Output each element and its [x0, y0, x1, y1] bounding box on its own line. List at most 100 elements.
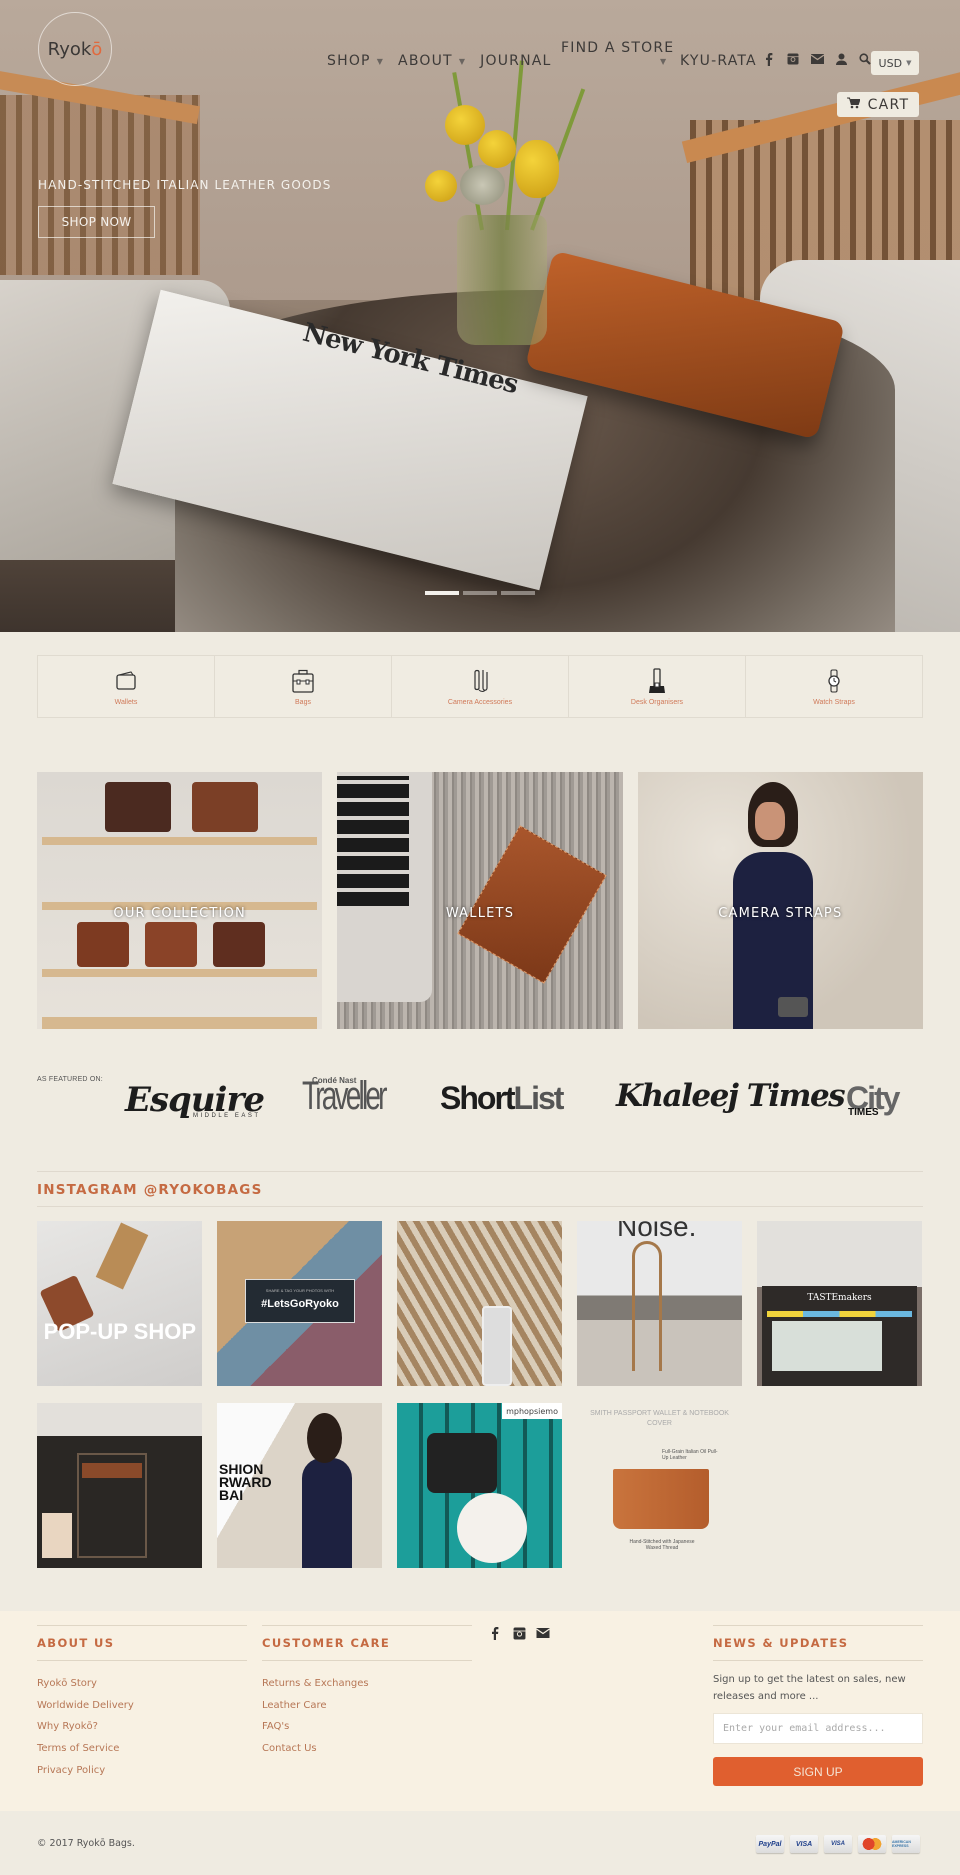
chevron-down-icon: ▼	[376, 56, 385, 66]
shortlist-part-a: Short	[440, 1080, 516, 1116]
product-bag	[145, 922, 197, 967]
footer-link[interactable]: Privacy Policy	[37, 1760, 247, 1782]
hero-flower	[478, 130, 516, 168]
post-model-dress	[302, 1458, 352, 1568]
slider-dot[interactable]	[425, 591, 459, 595]
footer-customer-care: CUSTOMER CARE Returns & Exchanges Leathe…	[262, 1625, 472, 1760]
post-caption-small: SHARE & TAG YOUR PHOTOS WITH	[265, 1288, 335, 1293]
divider	[37, 1171, 923, 1172]
instagram-post[interactable]	[37, 1403, 202, 1568]
post-note: Hand-Stitched with Japanese Waxed Thread	[629, 1539, 695, 1551]
search-icon[interactable]	[858, 52, 872, 66]
footer-link[interactable]: Worldwide Delivery	[37, 1695, 247, 1717]
post-phone	[482, 1306, 512, 1386]
category-camera-accessories[interactable]: Camera Accessories	[392, 656, 569, 717]
account-icon[interactable]	[834, 52, 848, 66]
instagram-post[interactable]: SMITH PASSPORT WALLET & NOTEBOOK COVER F…	[577, 1403, 742, 1568]
press-logo-city-times: TIMES	[848, 1107, 879, 1118]
sign-up-button[interactable]: SIGN UP	[713, 1757, 923, 1786]
category-label: Wallets	[114, 698, 138, 706]
instagram-post[interactable]: mphopsiemo	[397, 1403, 562, 1568]
facebook-icon[interactable]	[488, 1626, 502, 1640]
category-desk-organisers[interactable]: Desk Organisers	[569, 656, 746, 717]
footer-link[interactable]: Terms of Service	[37, 1738, 247, 1760]
category-label: Camera Accessories	[447, 698, 513, 706]
footer-link[interactable]: Returns & Exchanges	[262, 1673, 472, 1695]
featured-label: AS FEATURED ON:	[37, 1076, 103, 1083]
instagram-icon[interactable]	[786, 52, 800, 66]
hero-flower	[460, 165, 505, 205]
model-face	[754, 802, 785, 840]
footer-link[interactable]: Leather Care	[262, 1695, 472, 1717]
collection-tile-camera-straps[interactable]: CAMERA STRAPS	[637, 772, 923, 1029]
post-caption: SHION RWARD BAI	[219, 1461, 272, 1503]
briefcase-icon	[292, 669, 314, 693]
collection-tile-our-collection[interactable]: OUR COLLECTION	[37, 772, 323, 1029]
category-label: Bags	[295, 698, 311, 706]
facebook-icon[interactable]	[762, 52, 776, 66]
nav-about[interactable]: ABOUT ▼	[398, 53, 466, 69]
mail-icon[interactable]	[810, 52, 824, 66]
instagram-post[interactable]: SHION RWARD BAI	[217, 1403, 382, 1568]
category-bags[interactable]: Bags	[215, 656, 392, 717]
category-wallets[interactable]: Wallets	[38, 656, 215, 717]
post-caption: POP-UP SHOP	[43, 1319, 196, 1344]
wallet-icon	[116, 670, 136, 690]
nav-find-a-store[interactable]: FIND A STORE	[561, 40, 674, 56]
amex-icon: AMERICAN EXPRESS	[892, 1835, 920, 1853]
collection-label: WALLETS	[445, 906, 515, 921]
press-logo-khaleej-times: Khaleej Times	[616, 1078, 846, 1114]
press-logo-conde-nast: Condé Nast	[312, 1076, 357, 1085]
slider-dot[interactable]	[501, 591, 535, 595]
visa-icon: VISA	[790, 1835, 818, 1853]
main-nav: SHOP ▼ ABOUT ▼ JOURNAL	[327, 53, 566, 69]
hero-banner: New York Times Ryok ō SHOP ▼ ABOUT ▼ JOURNA…	[0, 0, 960, 632]
category-watch-straps[interactable]: Watch Straps	[746, 656, 922, 717]
slider-dot[interactable]	[463, 591, 497, 595]
post-caption: Noise.	[617, 1221, 697, 1242]
cart-label: CART	[867, 96, 910, 113]
instagram-post[interactable]	[397, 1221, 562, 1386]
footer-about: ABOUT US Ryokō Story Worldwide Delivery …	[37, 1625, 247, 1782]
currency-select[interactable]: USD ▼	[871, 51, 919, 75]
footer-link[interactable]: Contact Us	[262, 1738, 472, 1760]
post-bags	[82, 1463, 142, 1478]
category-label: Watch Straps	[813, 698, 855, 706]
post-caption: #LetsGoRyoko	[261, 1298, 339, 1310]
divider	[262, 1660, 472, 1661]
product-bag	[192, 782, 258, 832]
footer-news-title: NEWS & UPDATES	[713, 1636, 849, 1650]
footer-bottom-bar: © 2017 Ryokō Bags. PayPal VISA VISA AMER…	[0, 1811, 960, 1875]
cart-button[interactable]: CART	[837, 92, 919, 117]
instagram-icon[interactable]	[512, 1626, 526, 1640]
press-logo-shortlist: ShortList	[440, 1080, 565, 1117]
footer-link[interactable]: Why Ryokō?	[37, 1716, 247, 1738]
chevron-down-icon[interactable]: ▼	[660, 57, 666, 66]
post-easel	[42, 1513, 72, 1558]
nav-kyu-rata[interactable]: KYU-RATA	[680, 53, 757, 69]
shop-now-button[interactable]: SHOP NOW	[38, 206, 155, 238]
post-model-hair	[307, 1413, 342, 1463]
footer-link[interactable]: Ryokō Story	[37, 1673, 247, 1695]
instagram-title[interactable]: INSTAGRAM @RYOKOBAGS	[37, 1182, 263, 1198]
instagram-post[interactable]: POP-UP SHOP	[37, 1221, 202, 1386]
collection-tile-wallets[interactable]: WALLETS	[337, 772, 623, 1029]
nav-shop[interactable]: SHOP ▼	[327, 53, 384, 69]
instagram-post[interactable]: TASTEmakers	[757, 1221, 922, 1386]
laptop-keyboard	[337, 776, 410, 906]
instagram-post[interactable]: SHARE & TAG YOUR PHOTOS WITH #LetsGoRyok…	[217, 1221, 382, 1386]
post-strap	[632, 1241, 662, 1371]
wallet-product	[457, 825, 607, 984]
footer-link[interactable]: FAQ's	[262, 1716, 472, 1738]
shortlist-part-b: List	[513, 1080, 565, 1116]
nav-journal[interactable]: JOURNAL	[480, 53, 551, 69]
brand-name-accent: ō	[91, 38, 103, 60]
instagram-post[interactable]: Noise.	[577, 1221, 742, 1386]
divider	[37, 1660, 247, 1661]
collection-label: CAMERA STRAPS	[718, 906, 843, 921]
footer: ABOUT US Ryokō Story Worldwide Delivery …	[0, 1611, 960, 1811]
mail-icon[interactable]	[536, 1626, 550, 1640]
brand-logo[interactable]: Ryok ō	[38, 12, 112, 86]
collection-label: OUR COLLECTION	[113, 906, 246, 921]
email-input[interactable]	[713, 1713, 923, 1744]
